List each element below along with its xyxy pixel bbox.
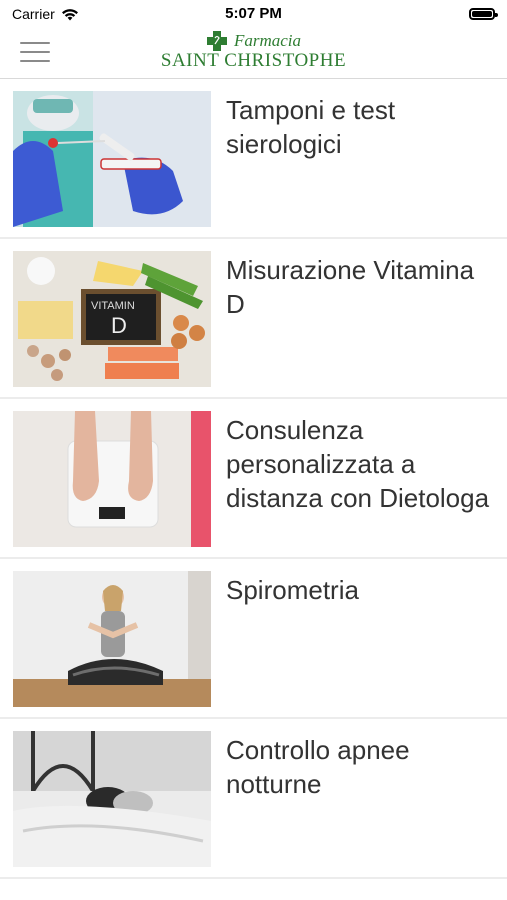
pharmacy-cross-icon (206, 31, 227, 51)
status-time: 5:07 PM (225, 5, 282, 22)
service-item-apnee-notturne[interactable]: Controllo apnee notturne (0, 719, 507, 879)
service-title: Spirometria (226, 575, 359, 605)
services-list: Tamponi e test sierologici VITAMIN D Mis… (0, 79, 507, 899)
service-title: Controllo apnee notturne (226, 735, 410, 799)
logo-text-name: SAINT CHRISTOPHE (160, 50, 347, 71)
status-bar: Carrier 5:07 PM (0, 0, 507, 28)
scale-illustration (13, 411, 211, 547)
covid-test-image (13, 91, 211, 227)
app-header: Farmacia SAINT CHRISTOPHE (0, 28, 507, 79)
service-item-partial[interactable] (0, 879, 507, 899)
covid-test-illustration (13, 91, 211, 227)
svg-text:VITAMIN: VITAMIN (91, 300, 135, 312)
pharmacy-logo: Farmacia SAINT CHRISTOPHE (0, 30, 507, 72)
service-item-spirometria[interactable]: Spirometria (0, 559, 507, 719)
svg-text:D: D (111, 313, 127, 338)
logo-text-farmacia: Farmacia (233, 31, 302, 50)
spirometry-image (13, 571, 211, 707)
vitamin-d-illustration: VITAMIN D (13, 251, 211, 387)
service-title: Tamponi e test sierologici (226, 95, 396, 159)
scale-image (13, 411, 211, 547)
spirometry-illustration (13, 571, 211, 707)
vitamin-d-image: VITAMIN D (13, 251, 211, 387)
sleep-image (13, 731, 211, 867)
service-item-consulenza-dietologa[interactable]: Consulenza personalizzata a distanza con… (0, 399, 507, 559)
service-item-tamponi[interactable]: Tamponi e test sierologici (0, 79, 507, 239)
service-title: Misurazione Vitamina D (226, 255, 475, 319)
service-item-vitamina-d[interactable]: VITAMIN D Misurazione Vitamina D (0, 239, 507, 399)
battery-icon (469, 8, 498, 20)
service-title: Consulenza personalizzata a distanza con… (226, 415, 490, 513)
sleep-illustration (13, 731, 211, 867)
